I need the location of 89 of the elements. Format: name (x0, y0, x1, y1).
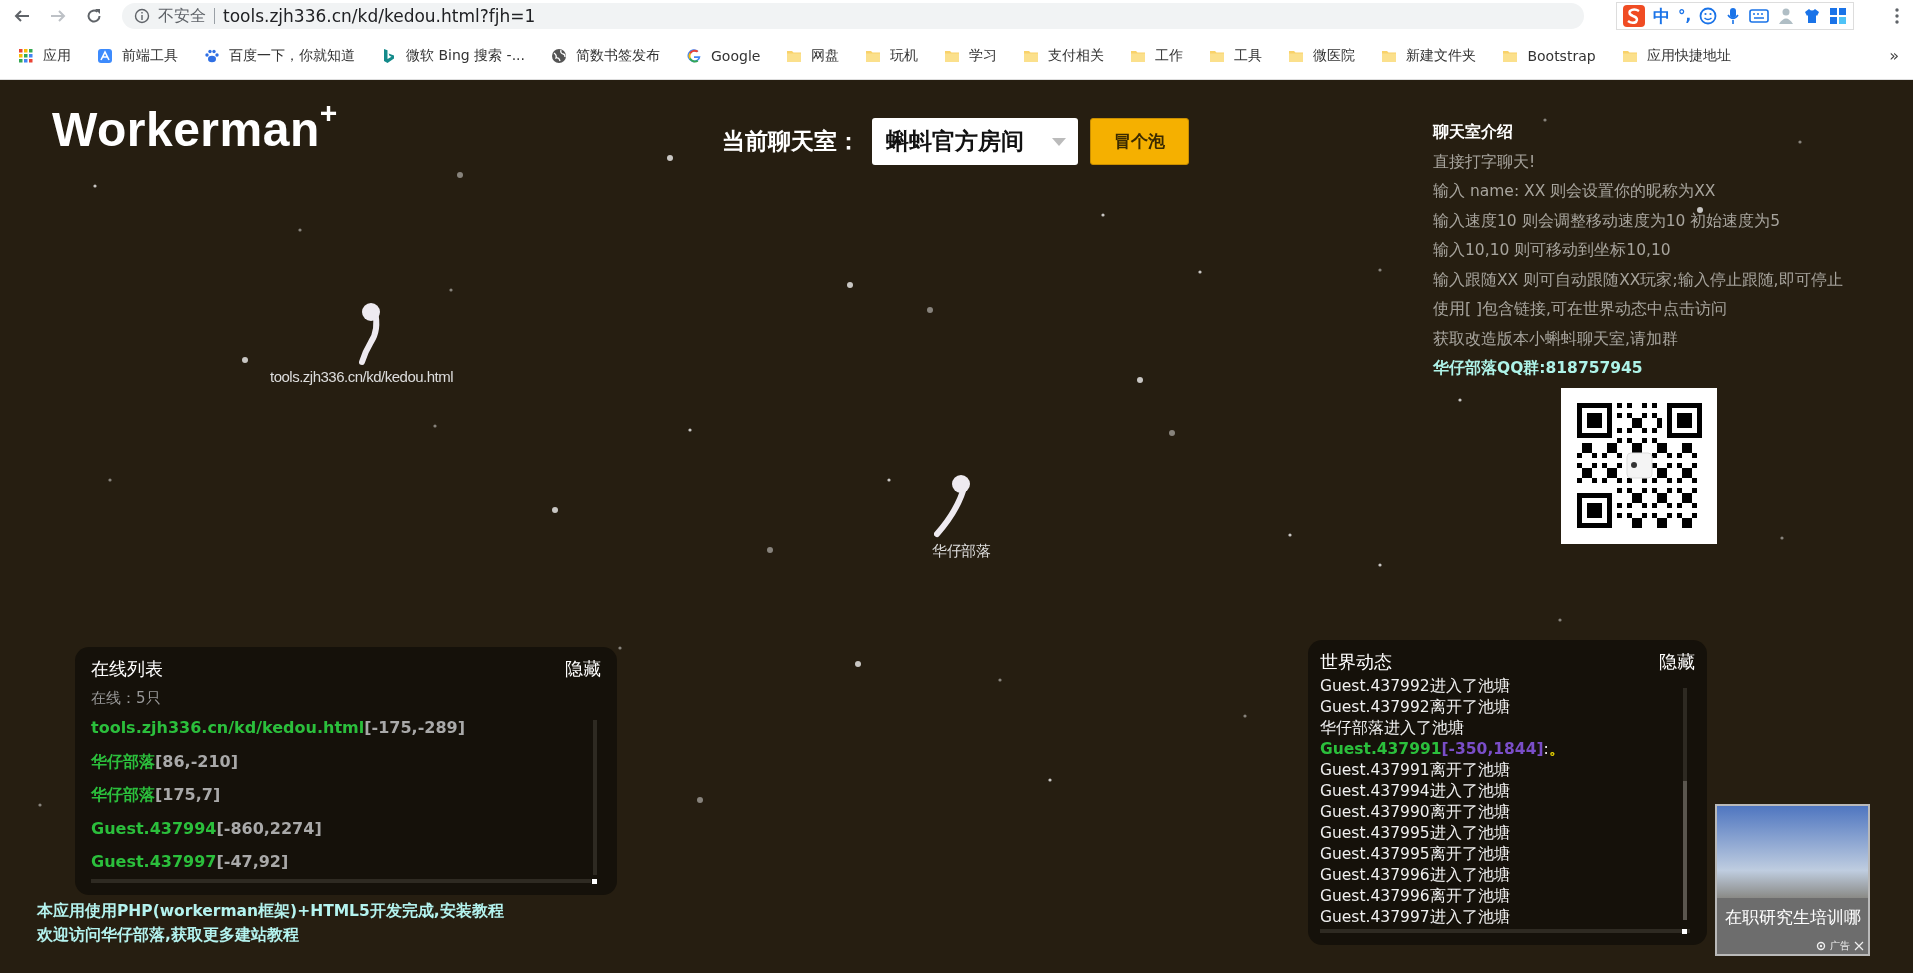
bookmark-item[interactable]: 工具 (1209, 46, 1263, 65)
bookmark-item[interactable]: 百度一下，你就知道 (204, 46, 355, 65)
online-count: 在线：5只 (91, 689, 162, 708)
bookmark-item[interactable]: 微医院 (1288, 46, 1356, 65)
bookmark-item[interactable]: 微软 Bing 搜索 -... (381, 46, 525, 65)
footer-text: 欢迎访问华仔部落,获取更多建站教程 (37, 925, 300, 946)
event-message: Guest.437992离开了池塘 (1320, 697, 1511, 718)
event-message: Guest.437996进入了池塘 (1320, 865, 1511, 886)
event-message: Guest.437997进入了池塘 (1320, 907, 1511, 928)
bookmark-item[interactable]: 应用 (18, 46, 71, 65)
event-message: Guest.437994进入了池塘 (1320, 781, 1511, 802)
event-message: Guest.437992进入了池塘 (1320, 676, 1511, 697)
ad-card[interactable]: 在职研究生培训哪 广告 (1715, 804, 1870, 956)
more-bookmarks-button[interactable]: » (1889, 46, 1899, 65)
ime-punctuation[interactable]: °, (1678, 7, 1692, 25)
user-icon[interactable] (1777, 7, 1796, 25)
bookmark-item[interactable]: 新建文件夹 (1381, 46, 1477, 65)
intro-line: 输入10,10 则可移动到坐标10,10 (1433, 240, 1672, 261)
tadpole-name: tools.zjh336.cn/kd/kedou.html (270, 368, 454, 385)
ime-logo-icon[interactable] (1623, 5, 1645, 27)
scroll-corner (1682, 929, 1687, 934)
target-icon (1816, 941, 1826, 951)
google-g-icon[interactable] (686, 47, 702, 64)
event-message: Guest.437995离开了池塘 (1320, 844, 1511, 865)
intro-line: 输入速度10 则会调整移动速度为10 初始速度为5 (1433, 210, 1782, 232)
online-user: 华仔部落[86,-210] (91, 750, 239, 773)
chat-message: Guest.437991[-350,1844]:。 (1320, 739, 1566, 760)
logo: Workerman$^{+}$ (52, 102, 338, 157)
hide-link[interactable]: 隐藏 (565, 657, 601, 681)
back-arrow-icon[interactable] (14, 8, 30, 24)
smiley-icon[interactable] (1699, 7, 1718, 25)
ime-mode[interactable]: 中 (1653, 4, 1670, 28)
intro-line: 输入跟随XX 则可自动跟随XX玩家;输入停止跟随,即可停止 (1433, 269, 1844, 291)
qq-group-text: 华仔部落QQ群:818757945 (1433, 358, 1644, 379)
tadpole-name: 华仔部落 (932, 542, 990, 561)
online-user: Guest.437997[-47,92] (91, 851, 290, 873)
scroll-corner (592, 879, 597, 884)
forward-arrow-icon[interactable] (50, 8, 66, 24)
close-icon[interactable] (1854, 941, 1864, 951)
shirt-icon[interactable] (1803, 7, 1822, 25)
panel-title: 世界动态 (1320, 650, 1392, 674)
scrollbar[interactable] (1683, 688, 1687, 920)
event-message: Guest.437995进入了池塘 (1320, 823, 1511, 844)
bing-icon[interactable] (381, 47, 397, 64)
bubble-button[interactable]: 冒个泡 (1090, 118, 1189, 165)
online-user: tools.zjh336.cn/kd/kedou.html[-175,-289] (91, 717, 466, 739)
address-bar[interactable]: 不安全 tools.zjh336.cn/kd/kedou.html?fjh=1 (122, 3, 1584, 29)
bookmark-item[interactable]: 应用快捷地址 (1621, 46, 1731, 65)
dropdown-caret-icon (1052, 137, 1066, 146)
online-user: 华仔部落[175,7] (91, 784, 222, 806)
url-text[interactable]: tools.zjh336.cn/kd/kedou.html?fjh=1 (223, 6, 536, 26)
reload-icon[interactable] (86, 8, 102, 24)
paw-icon[interactable] (204, 47, 220, 64)
event-message: Guest.437991离开了池塘 (1320, 760, 1511, 781)
room-label: 当前聊天室： (722, 127, 860, 156)
letter-a-icon[interactable] (97, 47, 113, 64)
bookmark-item[interactable]: 学习 (944, 46, 998, 65)
apps-grid-icon[interactable] (18, 47, 34, 64)
menu-icon[interactable] (1895, 7, 1899, 25)
bookmark-item[interactable]: 玩机 (865, 46, 919, 65)
bookmark-item[interactable]: 简数书签发布 (551, 46, 660, 65)
globe-icon[interactable] (551, 47, 567, 64)
online-user: Guest.437994[-860,2274] (91, 817, 323, 840)
ad-label: 广告 (1830, 939, 1850, 953)
intro-line: 使用[ ]包含链接,可在世界动态中点击访问 (1433, 299, 1728, 320)
intro-line: 获取改造版本小蝌蚪聊天室,请加群 (1433, 328, 1679, 350)
microphone-icon[interactable] (1725, 7, 1742, 25)
tadpole-drawing (934, 474, 970, 538)
keyboard-icon[interactable] (1749, 7, 1770, 25)
bookmark-item[interactable]: 网盘 (786, 46, 840, 65)
bookmark-item[interactable]: Bootstrap (1502, 47, 1596, 64)
bookmark-item[interactable]: 工作 (1130, 46, 1184, 65)
bookmark-item[interactable]: Google (686, 47, 761, 64)
bookmark-item[interactable]: 支付相关 (1023, 46, 1105, 65)
event-message: Guest.437990离开了池塘 (1320, 802, 1511, 823)
hide-link[interactable]: 隐藏 (1659, 650, 1695, 674)
intro-line: 直接打字聊天! (1433, 151, 1537, 173)
footer-text: 本应用使用PHP(workerman框架)+HTML5开发完成,安装教程 (37, 901, 504, 922)
event-message: 华仔部落进入了池塘 (1320, 718, 1465, 739)
ad-caption[interactable]: 在职研究生培训哪 (1717, 898, 1868, 938)
intro-line: 输入 name: XX 则会设置你的昵称为XX (1433, 181, 1717, 202)
bookmark-item[interactable]: 前端工具 (97, 46, 178, 65)
event-message: Guest.437996离开了池塘 (1320, 886, 1511, 907)
info-icon[interactable] (134, 8, 150, 24)
room-select[interactable]: 蝌蚪官方房间 (872, 118, 1078, 165)
security-label[interactable]: 不安全 (158, 5, 206, 27)
grid-icon[interactable] (1829, 7, 1848, 25)
intro-title: 聊天室介绍 (1433, 122, 1514, 143)
panel-title: 在线列表 (91, 657, 163, 681)
